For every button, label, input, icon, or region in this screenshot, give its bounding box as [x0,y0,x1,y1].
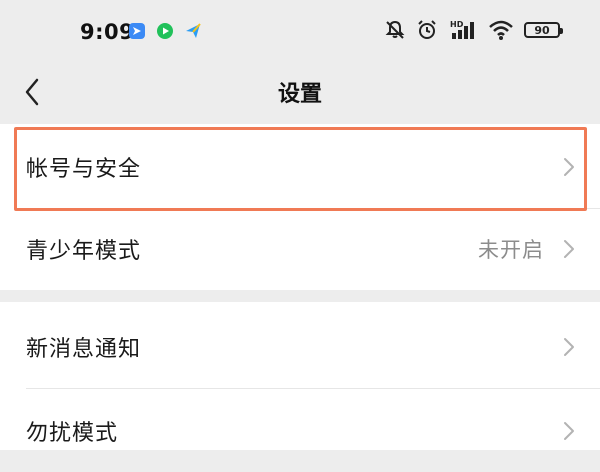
settings-item-label: 青少年模式 [26,239,142,264]
status-time: 9:09 [80,20,135,44]
feishu-app-icon [129,23,145,39]
chevron-right-icon [564,338,574,356]
status-bar: 9:09 HD 90 [0,0,600,64]
settings-item-do-not-disturb[interactable]: 勿扰模式 [0,390,600,472]
video-app-icon [157,23,173,39]
settings-item-label: 新消息通知 [26,337,142,362]
alarm-icon [418,20,436,39]
settings-item-label: 勿扰模式 [26,421,119,446]
nav-bar: 设置 [0,64,600,122]
settings-item-value: 未开启 [478,238,544,262]
mute-icon [385,20,405,39]
hd-label: HD [450,20,464,29]
paper-plane-app-icon [186,23,201,38]
signal-hd-icon: HD [450,20,474,39]
settings-item-new-message-notification[interactable]: 新消息通知 [0,306,600,388]
chevron-right-icon [564,240,574,258]
chevron-right-icon [564,158,574,176]
status-indicators: HD 90 [384,19,563,41]
notification-icons [128,22,202,40]
wifi-icon [489,20,513,40]
divider [26,388,600,389]
chevron-right-icon [564,422,574,440]
settings-item-teen-mode[interactable]: 青少年模式 未开启 [0,208,600,290]
settings-group-account: 帐号与安全 青少年模式 未开启 [0,124,600,290]
battery-level: 90 [534,23,550,37]
settings-item-account-security[interactable]: 帐号与安全 [0,126,600,208]
page-title: 设置 [277,82,322,107]
settings-item-label: 帐号与安全 [26,157,142,182]
settings-group-notifications: 新消息通知 勿扰模式 [0,302,600,450]
battery-indicator: 90 [524,22,563,38]
